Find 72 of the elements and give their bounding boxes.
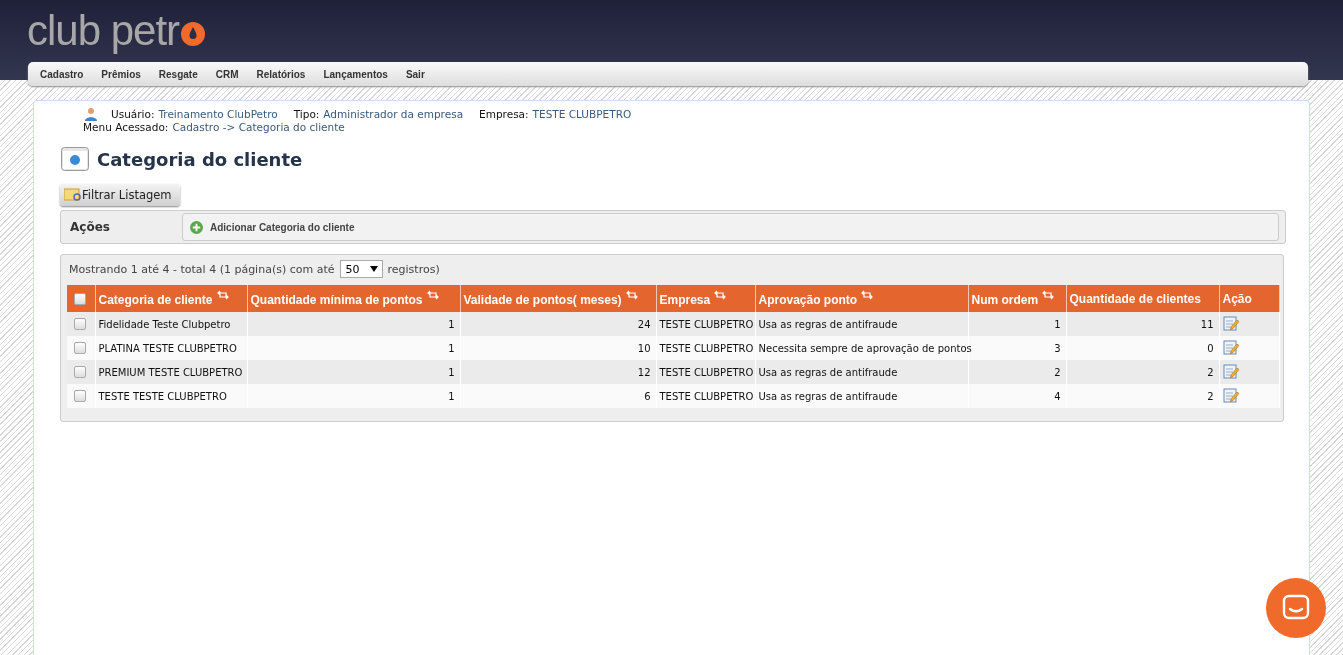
table-cell: TESTE TESTE CLUBPETRO (98, 390, 227, 402)
table-cell: 3 (1054, 342, 1061, 354)
table-cell: TESTE CLUBPETRO (659, 318, 754, 330)
logo-text: club petr (27, 8, 180, 54)
showing-suffix: registros) (387, 262, 440, 276)
row-checkbox[interactable] (74, 342, 86, 354)
folder-search-icon (64, 188, 82, 202)
table-cell: 1 (448, 318, 455, 330)
company-value: TESTE CLUBPETRO (532, 107, 632, 121)
showing-text: Mostrando 1 até 4 - total 4 (1 página(s) com até (69, 262, 335, 276)
table-cell: 11 (1200, 318, 1214, 330)
edit-icon[interactable] (1222, 339, 1239, 355)
table-cell: 24 (637, 318, 651, 330)
table-cell: PLATINA TESTE CLUBPETRO (98, 342, 237, 354)
menu-item[interactable]: Sair (405, 68, 434, 80)
breadcrumb: Cadastro -> Categoria do cliente (172, 121, 345, 134)
table-cell: 4 (1054, 390, 1061, 402)
menu-item[interactable]: Resgate (158, 68, 207, 80)
sort-icon[interactable] (861, 290, 874, 300)
dropdown-arrow-icon (369, 266, 378, 272)
page-title: Categoria do cliente (97, 148, 303, 170)
menu-item[interactable]: Lançamentos (323, 68, 397, 80)
drop-logo-icon (181, 22, 206, 46)
sort-icon[interactable] (714, 290, 727, 300)
select-all-checkbox[interactable] (74, 293, 86, 306)
table-cell: Usa as regras de antifraude (758, 390, 898, 402)
row-checkbox[interactable] (74, 318, 86, 330)
edit-icon[interactable] (1222, 387, 1239, 403)
table-cell: Usa as regras de antifraude (758, 318, 898, 330)
table-cell: TESTE CLUBPETRO (659, 342, 754, 354)
table-cell: TESTE CLUBPETRO (659, 366, 754, 378)
edit-icon[interactable] (1222, 315, 1239, 331)
user-label: Usuário: (111, 107, 155, 121)
table-cell: 1 (448, 390, 455, 402)
menu-item[interactable]: Relatórios (256, 68, 315, 80)
menu-accessed-label: Menu Acessado: (83, 121, 169, 134)
table-cell: 2 (1207, 366, 1214, 378)
window-icon (61, 147, 89, 171)
table-cell: TESTE CLUBPETRO (659, 390, 754, 402)
add-icon (190, 220, 203, 234)
filter-button[interactable]: Filtrar Listagem (60, 184, 180, 206)
table-cell: Necessita sempre de aprovação de pontos (758, 342, 972, 354)
table-cell: Fidelidade Teste Clubpetro (98, 318, 231, 330)
menu-item[interactable]: CRM (215, 68, 248, 80)
table-cell: 1 (1054, 318, 1061, 330)
table-cell: Usa as regras de antifraude (758, 366, 898, 378)
table-cell: PREMIUM TESTE CLUBPETRO (98, 366, 243, 378)
sort-icon[interactable] (1042, 290, 1055, 300)
row-checkbox[interactable] (74, 390, 86, 402)
menu-item[interactable]: Prêmios (101, 68, 150, 80)
edit-icon[interactable] (1222, 363, 1239, 379)
menu-item[interactable]: Cadastro (40, 68, 93, 80)
table-cell: 10 (637, 342, 651, 354)
actions-label: Ações (69, 220, 111, 234)
add-category-link[interactable]: Adicionar Categoria do cliente (210, 221, 355, 233)
sort-icon[interactable] (625, 290, 638, 300)
table-cell: 1 (448, 342, 455, 354)
type-value: Administrador da empresa (323, 107, 464, 121)
sort-icon[interactable] (426, 290, 439, 300)
row-checkbox[interactable] (74, 366, 86, 378)
user-icon (84, 107, 98, 121)
table-cell: 6 (644, 390, 651, 402)
table-cell: 2 (1054, 366, 1061, 378)
table-cell: 0 (1207, 342, 1214, 354)
table-cell: 12 (637, 366, 651, 378)
table-cell: 2 (1207, 390, 1214, 402)
company-label: Empresa: (479, 107, 529, 121)
user-value: Treinamento ClubPetro (158, 107, 278, 121)
type-label: Tipo: (293, 107, 320, 121)
sort-icon[interactable] (216, 290, 229, 300)
page-size-select[interactable]: 50 (339, 260, 383, 278)
table-cell: 1 (448, 366, 455, 378)
